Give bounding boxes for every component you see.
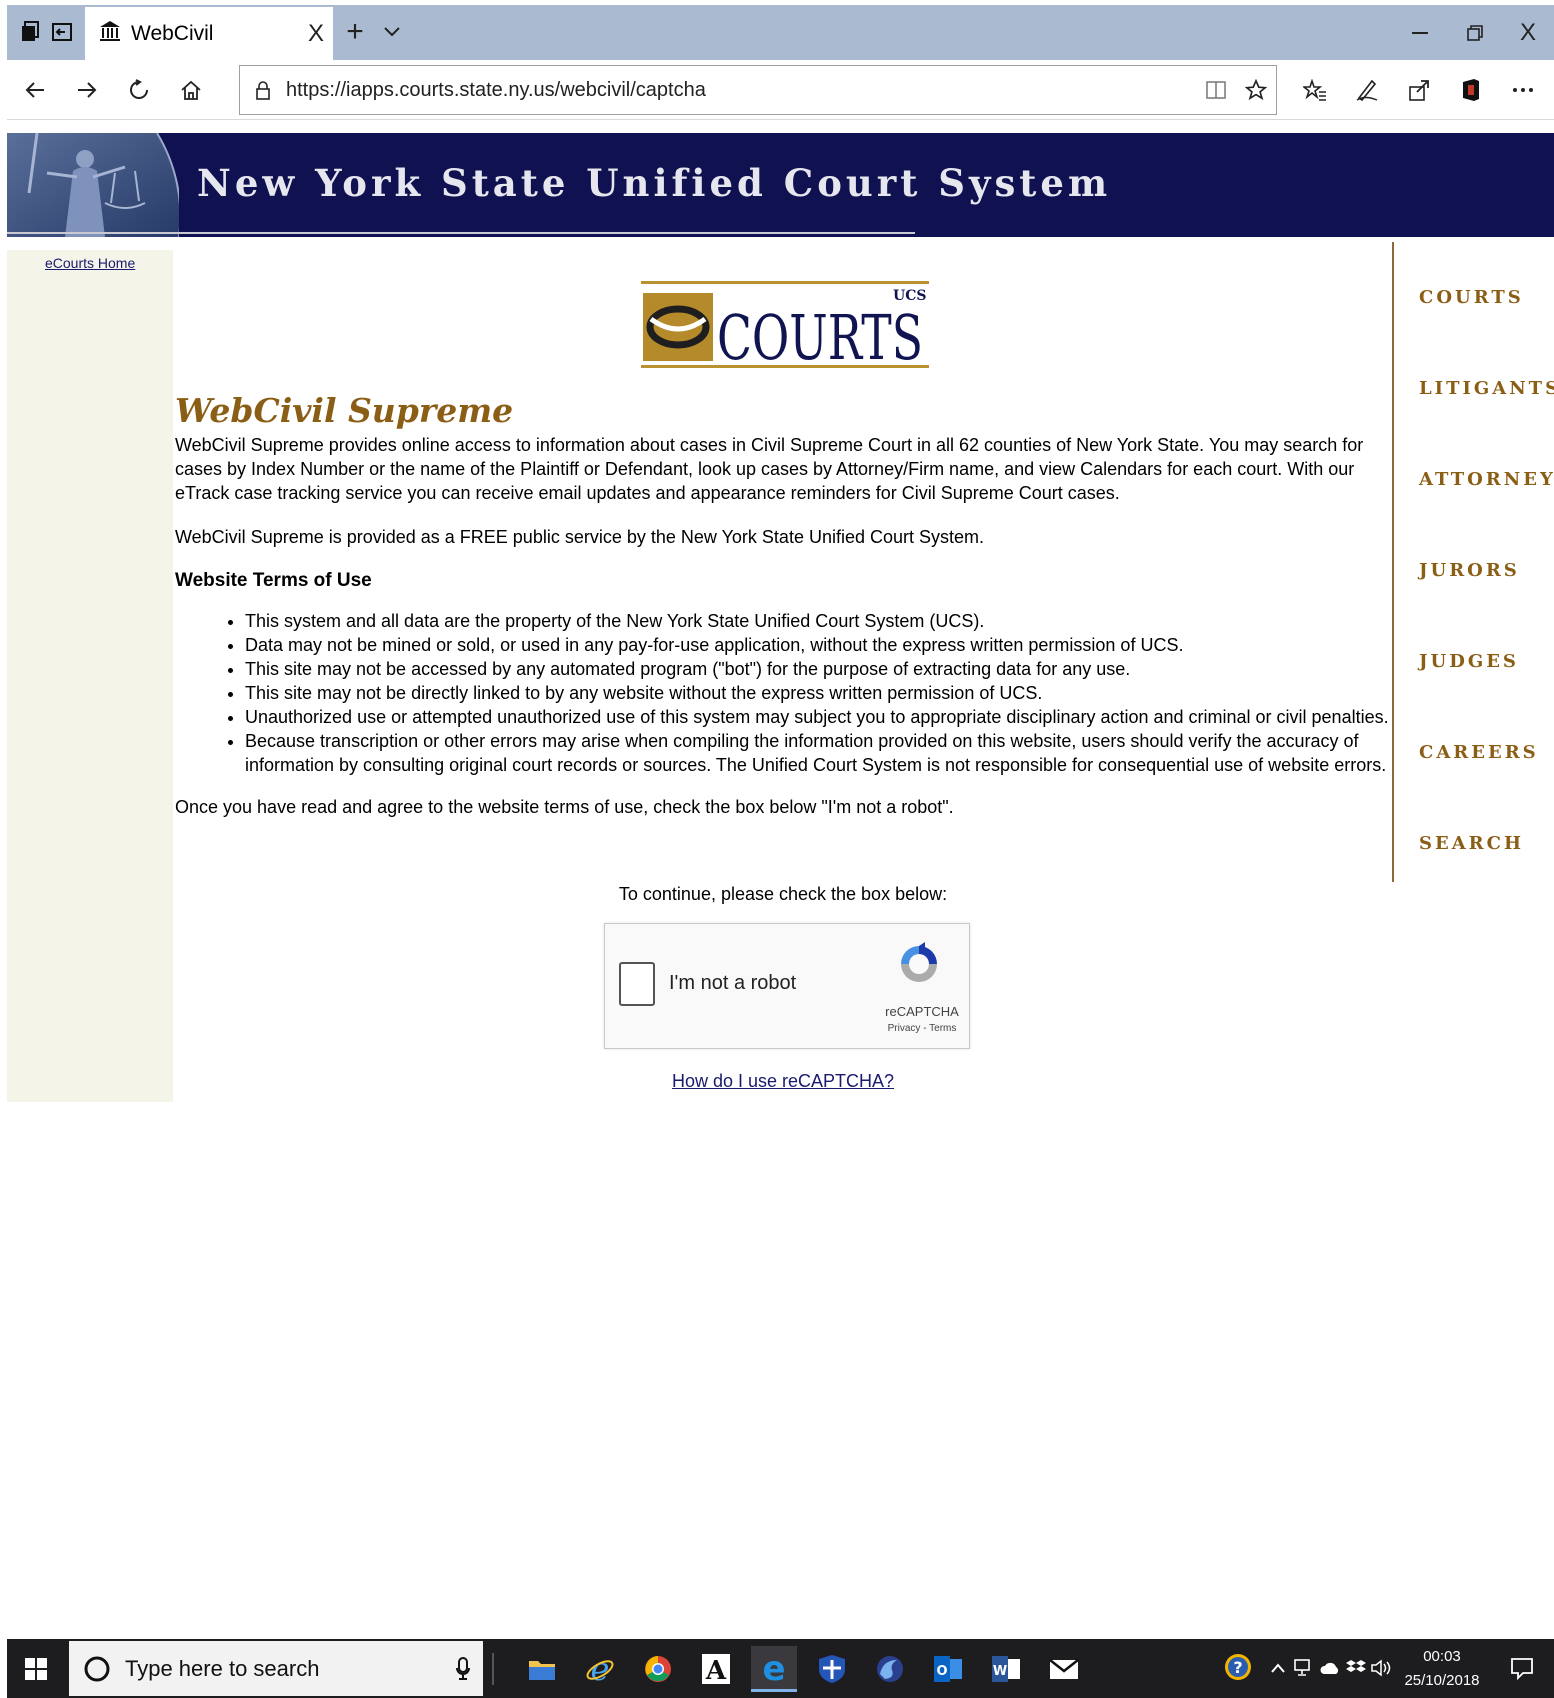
recaptcha-widget: I'm not a robot reCAPTCHA Privacy - Term… [604, 923, 970, 1049]
banner-divider [7, 232, 915, 234]
file-explorer-icon[interactable] [519, 1646, 565, 1692]
word-icon[interactable]: W [983, 1646, 1029, 1692]
how-to-use-recaptcha-link[interactable]: How do I use reCAPTCHA? [672, 1071, 894, 1091]
notifications-icon[interactable] [1507, 1653, 1537, 1683]
taskbar-divider [492, 1653, 494, 1685]
navigation-bar: https://iapps.courts.state.ny.us/webcivi… [7, 60, 1554, 120]
mail-icon[interactable] [1041, 1646, 1087, 1692]
outlook-icon[interactable]: O [925, 1646, 971, 1692]
ecourts-home-link[interactable]: eCourts Home [45, 255, 135, 271]
recaptcha-privacy-terms[interactable]: Privacy - Terms [883, 1023, 961, 1034]
svg-text:COURTS: COURTS [717, 301, 923, 374]
internet-explorer-icon[interactable]: e [577, 1646, 623, 1692]
chrome-icon[interactable] [635, 1646, 681, 1692]
site-title: New York State Unified Court System [197, 161, 1112, 205]
recaptcha-label: I'm not a robot [669, 972, 797, 994]
recaptcha-brand: reCAPTCHA [885, 1004, 959, 1019]
office-extension-icon[interactable] [1453, 72, 1489, 108]
home-icon[interactable] [173, 72, 209, 108]
svg-text:A: A [705, 1656, 727, 1684]
terms-item: This site may not be directly linked to … [245, 681, 1391, 705]
dropbox-icon[interactable] [1343, 1655, 1369, 1681]
firefox-icon[interactable] [867, 1646, 913, 1692]
url-text: https://iapps.courts.state.ny.us/webcivi… [286, 78, 706, 101]
share-icon[interactable] [1401, 72, 1437, 108]
more-icon[interactable] [1505, 72, 1541, 108]
tab-bar: WebCivil X + X [7, 5, 1554, 60]
set-aside-tabs-icon[interactable] [47, 17, 77, 47]
page-heading: WebCivil Supreme [175, 391, 514, 430]
address-bar[interactable]: https://iapps.courts.state.ny.us/webcivi… [239, 65, 1277, 115]
minimize-button[interactable] [1395, 15, 1445, 51]
back-icon[interactable] [17, 72, 53, 108]
taskbar: Type here to search e A e O W ? 00:03 25… [7, 1639, 1554, 1698]
reading-view-icon[interactable] [1196, 80, 1236, 100]
terms-list: This system and all data are the propert… [175, 609, 1391, 777]
main-content: WebCivil Supreme WebCivil Supreme provid… [175, 391, 1391, 839]
terms-item: This site may not be accessed by any aut… [245, 657, 1391, 681]
cortana-icon [69, 1655, 125, 1683]
terms-heading: Website Terms of Use [175, 570, 372, 591]
agree-instruction: Once you have read and agree to the webs… [175, 797, 954, 817]
intro-paragraph: WebCivil Supreme provides online access … [175, 435, 1364, 503]
favorites-icon[interactable] [1297, 72, 1333, 108]
nav-attorneys-link[interactable]: ATTORNEYS [1419, 469, 1554, 490]
search-placeholder: Type here to search [125, 1655, 320, 1681]
taskbar-clock[interactable]: 00:03 25/10/2018 [1402, 1645, 1482, 1693]
refresh-icon[interactable] [121, 72, 157, 108]
taskbar-search-input[interactable]: Type here to search [69, 1641, 483, 1696]
terms-item: This system and all data are the propert… [245, 609, 1391, 633]
free-service-paragraph: WebCivil Supreme is provided as a FREE p… [175, 527, 985, 547]
tab-title: WebCivil [131, 21, 214, 45]
nav-courts-link[interactable]: COURTS [1419, 287, 1524, 308]
clock-time: 00:03 [1423, 1648, 1461, 1665]
svg-text:?: ? [1233, 1658, 1242, 1677]
close-window-button[interactable]: X [1503, 15, 1553, 51]
pen-icon[interactable] [1349, 72, 1385, 108]
tab-close-button[interactable]: X [299, 20, 333, 48]
edge-icon[interactable]: e [751, 1646, 797, 1692]
nav-jurors-link[interactable]: JURORS [1419, 560, 1520, 581]
nav-search-link[interactable]: SEARCH [1419, 833, 1524, 854]
howto-wrapper: How do I use reCAPTCHA? [175, 1071, 1391, 1092]
recaptcha-logo-icon [901, 942, 937, 982]
right-nav: COURTS LITIGANTS ATTORNEYS JURORS JUDGES… [1392, 242, 1554, 882]
forward-icon[interactable] [69, 72, 105, 108]
svg-text:W: W [993, 1664, 1007, 1679]
recaptcha-checkbox[interactable] [619, 962, 655, 1006]
chevron-down-icon[interactable] [377, 17, 407, 47]
courthouse-icon [99, 20, 121, 47]
network-icon[interactable] [1291, 1655, 1317, 1681]
shield-app-icon[interactable] [809, 1646, 855, 1692]
terms-item: Because transcription or other errors ma… [245, 729, 1391, 777]
windows-start-icon[interactable] [7, 1639, 65, 1698]
web-page: New York State Unified Court System eCou… [7, 121, 1554, 1639]
terms-item: Data may not be mined or sold, or used i… [245, 633, 1391, 657]
lock-icon [240, 80, 286, 100]
font-app-icon[interactable]: A [693, 1646, 739, 1692]
svg-text:O: O [936, 1664, 947, 1679]
favorite-star-icon[interactable] [1236, 79, 1276, 101]
nav-careers-link[interactable]: CAREERS [1419, 742, 1539, 763]
tab-actions-icon[interactable] [15, 17, 45, 47]
tab-webcivil[interactable]: WebCivil X [85, 7, 333, 60]
restore-button[interactable] [1450, 15, 1500, 51]
left-sidebar: eCourts Home [7, 250, 173, 1102]
svg-text:UCS: UCS [893, 288, 926, 304]
terms-item: Unauthorized use or attempted unauthoriz… [245, 705, 1391, 729]
header-banner: New York State Unified Court System [7, 133, 1554, 237]
nav-judges-link[interactable]: JUDGES [1419, 651, 1519, 672]
nav-litigants-link[interactable]: LITIGANTS [1419, 378, 1554, 399]
onedrive-icon[interactable] [1317, 1655, 1343, 1681]
continue-instruction: To continue, please check the box below: [618, 884, 948, 904]
svg-text:e: e [762, 1653, 785, 1683]
lady-justice-icon [7, 133, 179, 237]
help-icon[interactable]: ? [1222, 1651, 1254, 1683]
new-tab-button[interactable]: + [337, 15, 373, 51]
microphone-icon[interactable] [443, 1656, 483, 1681]
clock-date: 25/10/2018 [1404, 1672, 1480, 1689]
ucs-courts-logo: COURTS UCS [641, 281, 929, 374]
chevron-up-icon[interactable] [1265, 1655, 1291, 1681]
volume-icon[interactable] [1369, 1655, 1395, 1681]
